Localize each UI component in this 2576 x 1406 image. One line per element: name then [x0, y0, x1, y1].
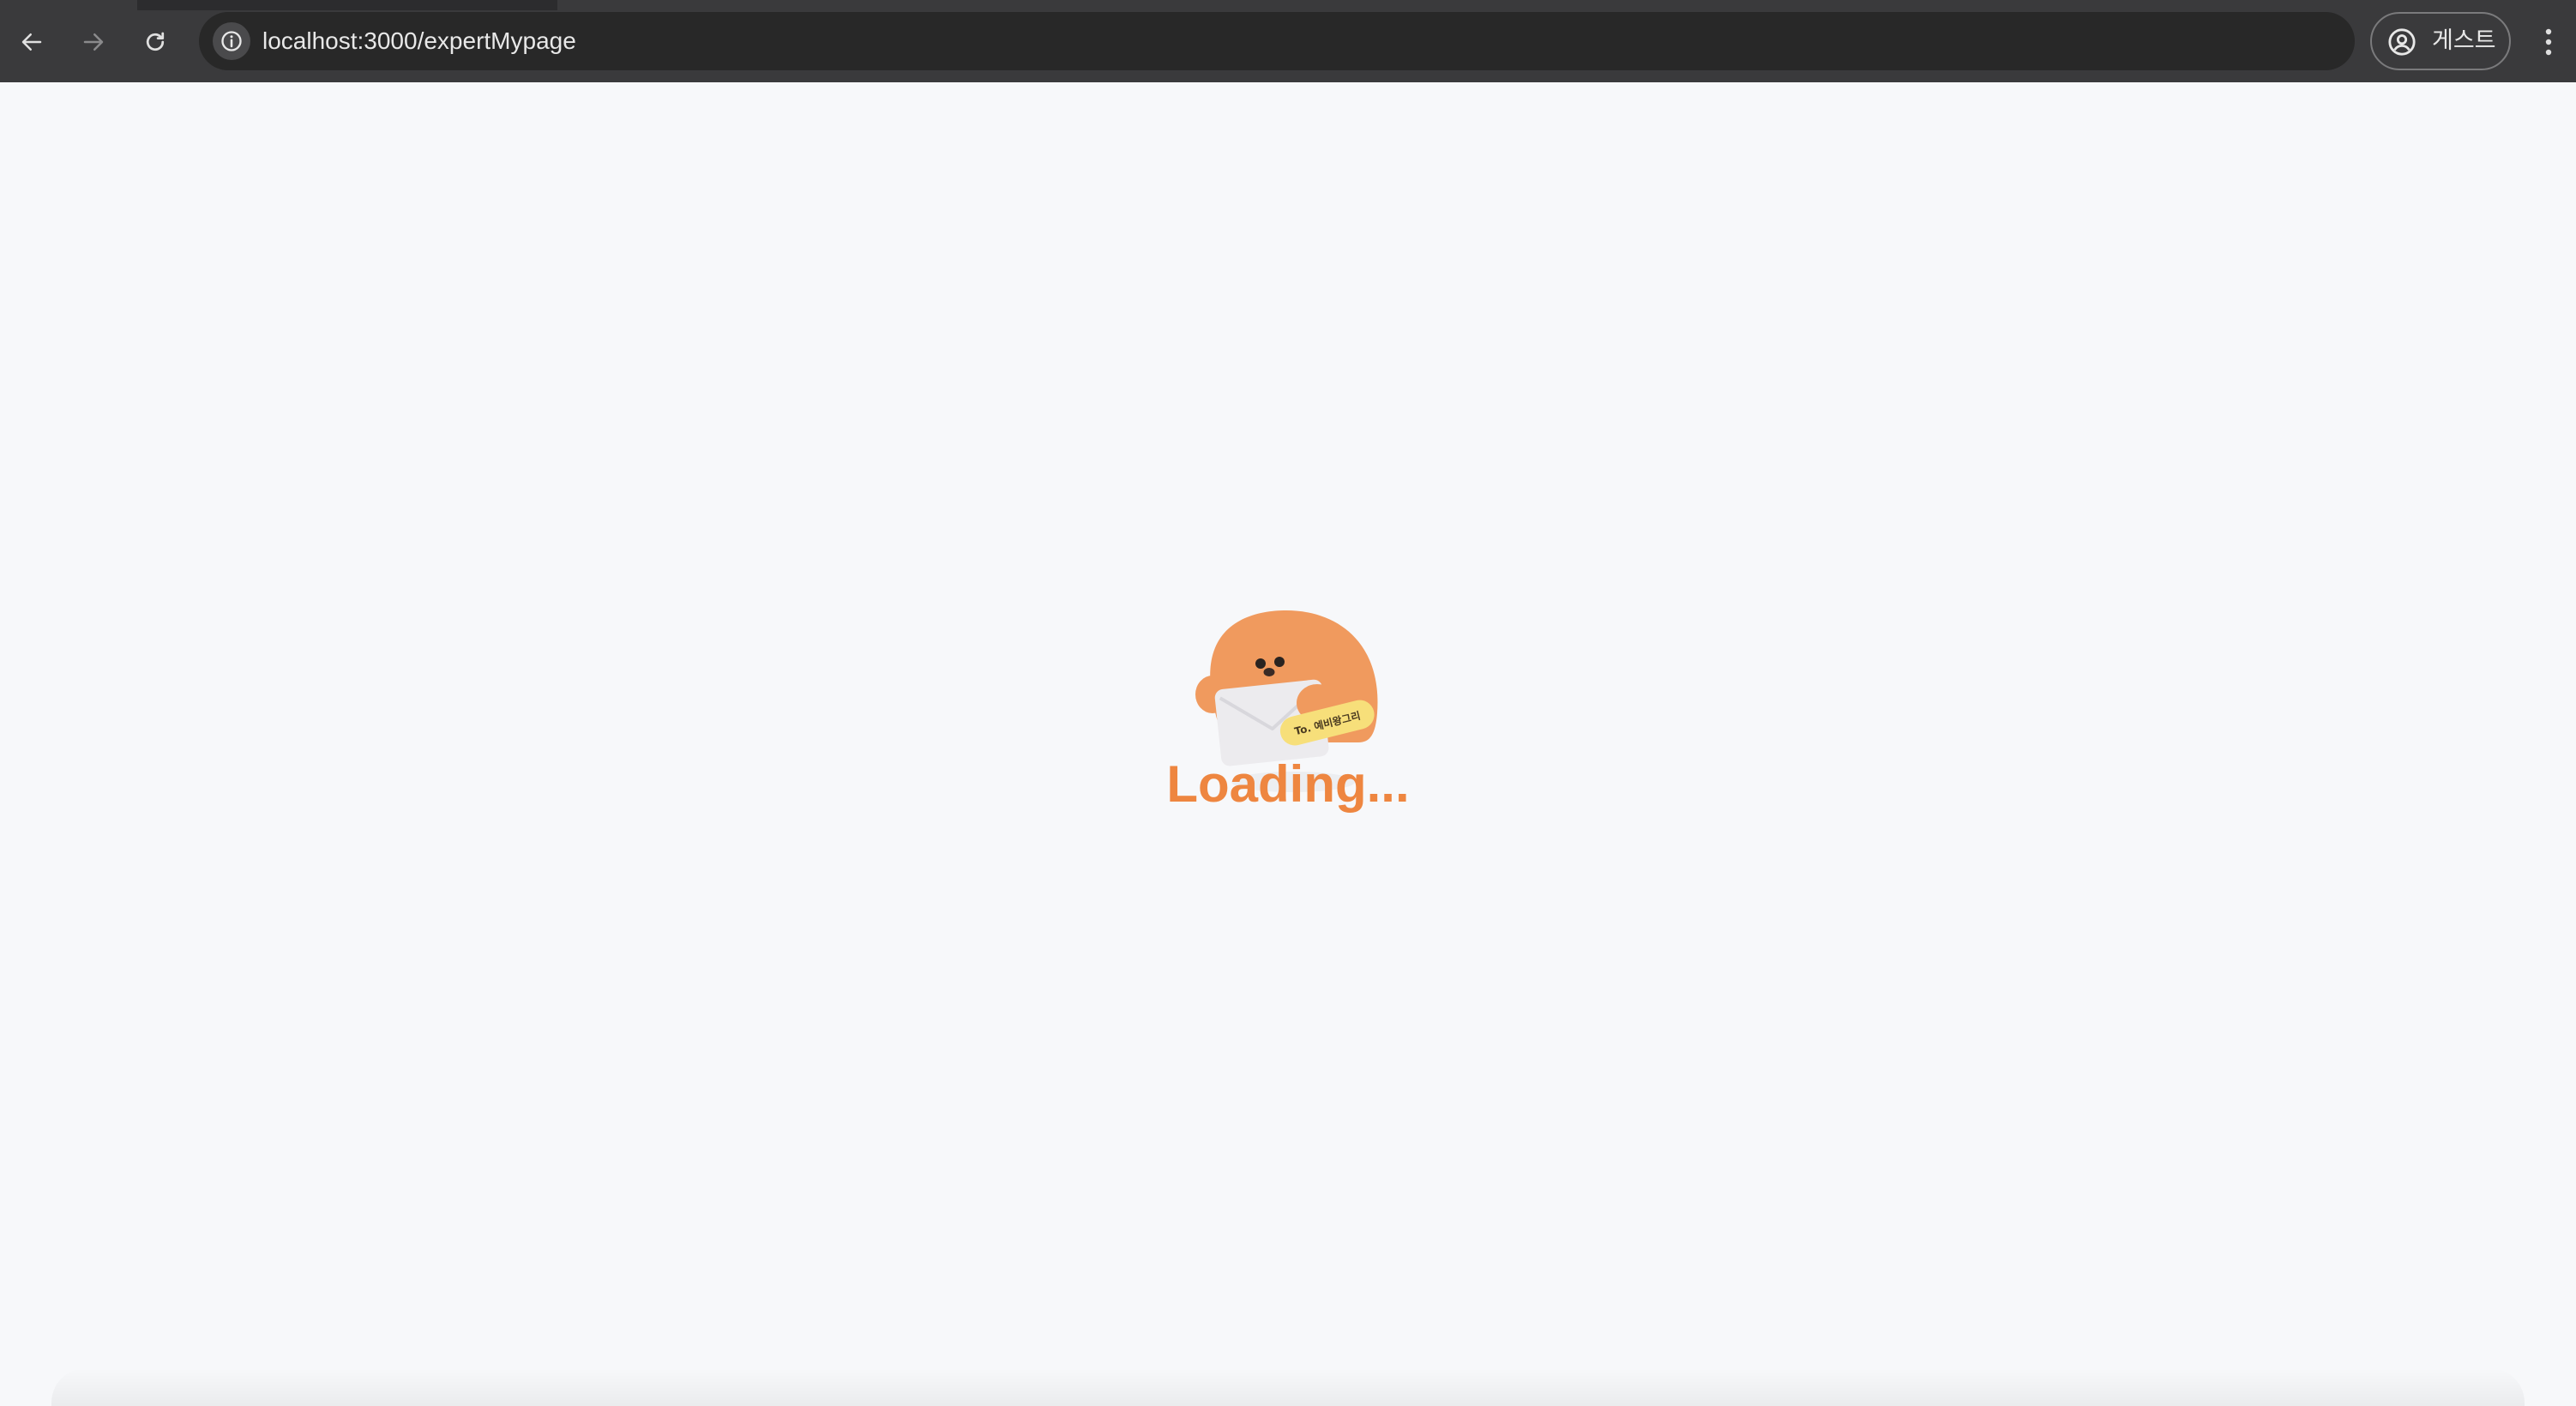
back-button[interactable]: [7, 17, 57, 67]
reload-button[interactable]: [130, 17, 180, 67]
bottom-panel-shadow: [51, 1368, 2525, 1406]
browser-toolbar: localhost:3000/expertMypage 게스트: [0, 0, 2576, 82]
loading-text: Loading...: [1166, 755, 1410, 813]
url-text[interactable]: localhost:3000/expertMypage: [262, 12, 576, 70]
site-info-button[interactable]: [213, 22, 250, 60]
reload-icon: [146, 32, 165, 51]
account-circle-icon: [2388, 28, 2416, 56]
arrow-left-icon: [21, 33, 42, 51]
more-vertical-icon: [2545, 28, 2552, 56]
active-tab-strip: [137, 0, 557, 10]
profile-button[interactable]: 게스트: [2370, 12, 2511, 70]
browser-menu-button[interactable]: [2531, 17, 2566, 67]
profile-label: 게스트: [2432, 27, 2496, 54]
forward-button[interactable]: [69, 17, 118, 67]
arrow-right-icon: [83, 33, 104, 51]
address-bar[interactable]: localhost:3000/expertMypage: [199, 12, 2355, 70]
info-icon: [221, 31, 242, 51]
